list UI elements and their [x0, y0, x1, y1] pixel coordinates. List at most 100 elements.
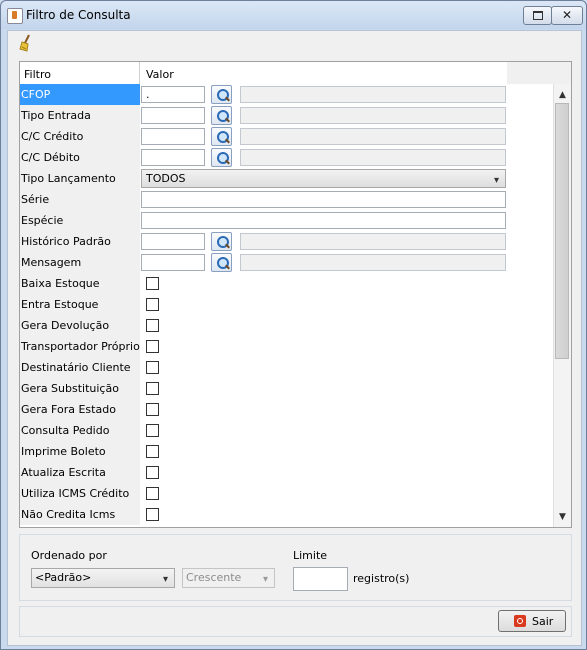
- close-button[interactable]: ✕: [551, 6, 583, 25]
- filter-value-cell: [140, 504, 507, 525]
- grid-row-gera-substituicao[interactable]: Gera Substituição: [20, 378, 507, 399]
- code-input[interactable]: [141, 128, 205, 145]
- description-field: [240, 149, 506, 166]
- type-select[interactable]: TODOS ▾: [141, 169, 506, 188]
- filter-label[interactable]: Série: [20, 189, 140, 210]
- checkbox[interactable]: [146, 403, 159, 416]
- code-input[interactable]: [141, 149, 205, 166]
- button-panel: [19, 606, 572, 637]
- filter-label[interactable]: Atualiza Escrita: [20, 462, 140, 483]
- search-button[interactable]: [211, 253, 232, 272]
- code-input[interactable]: .: [141, 86, 205, 103]
- vertical-scrollbar[interactable]: ▲ ▼: [553, 84, 571, 527]
- checkbox[interactable]: [146, 466, 159, 479]
- limit-input[interactable]: [293, 567, 348, 591]
- text-input[interactable]: [141, 191, 506, 208]
- filter-label[interactable]: Gera Devolução: [20, 315, 140, 336]
- filter-label[interactable]: Tipo Lançamento: [20, 168, 140, 189]
- checkbox[interactable]: [146, 298, 159, 311]
- grid-row-nao-credita-icms[interactable]: Não Credita Icms: [20, 504, 507, 525]
- checkbox[interactable]: [146, 424, 159, 437]
- code-input[interactable]: [141, 233, 205, 250]
- order-by-select[interactable]: <Padrão> ▾: [31, 568, 175, 588]
- title-bar[interactable]: Filtro de Consulta ✕: [1, 1, 586, 29]
- filter-value-cell: [140, 399, 507, 420]
- exit-button[interactable]: Sair: [498, 610, 566, 632]
- search-button[interactable]: [211, 85, 232, 104]
- magnifier-handle: [225, 243, 230, 249]
- grid-row-consulta-pedido[interactable]: Consulta Pedido: [20, 420, 507, 441]
- filter-label[interactable]: Baixa Estoque: [20, 273, 140, 294]
- header-valor[interactable]: Valor: [146, 68, 174, 81]
- order-panel: Ordenado por <Padrão> ▾ Crescente ▾ Limi…: [19, 534, 572, 601]
- broom-icon[interactable]: [18, 34, 36, 52]
- filter-label[interactable]: C/C Débito: [20, 147, 140, 168]
- filter-label[interactable]: Espécie: [20, 210, 140, 231]
- grid-row-atualiza-escrita[interactable]: Atualiza Escrita: [20, 462, 507, 483]
- grid-row-c-c-debito[interactable]: C/C Débito: [20, 147, 507, 168]
- checkbox[interactable]: [146, 340, 159, 353]
- order-by-label: Ordenado por: [31, 549, 107, 562]
- restore-button[interactable]: [523, 6, 552, 25]
- grid-row-imprime-boleto[interactable]: Imprime Boleto: [20, 441, 507, 462]
- scroll-up-icon[interactable]: ▲: [554, 87, 571, 104]
- filter-value-cell: TODOS ▾: [140, 168, 507, 189]
- filter-label[interactable]: Consulta Pedido: [20, 420, 140, 441]
- code-input[interactable]: [141, 254, 205, 271]
- filter-value-cell: [140, 105, 507, 126]
- scroll-thumb[interactable]: [555, 103, 569, 359]
- checkbox[interactable]: [146, 508, 159, 521]
- filter-label[interactable]: Utiliza ICMS Crédito: [20, 483, 140, 504]
- grid-row-gera-devolucao[interactable]: Gera Devolução: [20, 315, 507, 336]
- grid-row-gera-fora-estado[interactable]: Gera Fora Estado: [20, 399, 507, 420]
- java-app-icon: [7, 8, 23, 24]
- filter-value-cell: [140, 462, 507, 483]
- checkbox[interactable]: [146, 319, 159, 332]
- grid-row-mensagem[interactable]: Mensagem: [20, 252, 507, 273]
- grid-row-tipo-entrada[interactable]: Tipo Entrada: [20, 105, 507, 126]
- grid-row-serie[interactable]: Série: [20, 189, 507, 210]
- filter-value-cell: [140, 378, 507, 399]
- grid-row-cfop[interactable]: CFOP.: [20, 84, 507, 105]
- filter-label[interactable]: Transportador Próprio: [20, 336, 140, 357]
- search-button[interactable]: [211, 148, 232, 167]
- grid-row-baixa-estoque[interactable]: Baixa Estoque: [20, 273, 507, 294]
- filter-label[interactable]: Entra Estoque: [20, 294, 140, 315]
- checkbox[interactable]: [146, 277, 159, 290]
- scroll-down-icon[interactable]: ▼: [554, 509, 571, 526]
- filter-label[interactable]: Histórico Padrão: [20, 231, 140, 252]
- grid-row-entra-estoque[interactable]: Entra Estoque: [20, 294, 507, 315]
- filter-label[interactable]: Tipo Entrada: [20, 105, 140, 126]
- filter-label[interactable]: Gera Fora Estado: [20, 399, 140, 420]
- filter-label[interactable]: CFOP: [20, 84, 140, 105]
- filter-grid: Filtro Valor CFOP. Tipo Entrada C/C Crédit…: [19, 61, 572, 528]
- filter-label[interactable]: Não Credita Icms: [20, 504, 140, 525]
- search-button[interactable]: [211, 106, 232, 125]
- checkbox[interactable]: [146, 361, 159, 374]
- header-filtro[interactable]: Filtro: [24, 68, 51, 81]
- filter-label[interactable]: Destinatário Cliente: [20, 357, 140, 378]
- grid-row-especie[interactable]: Espécie: [20, 210, 507, 231]
- checkbox[interactable]: [146, 382, 159, 395]
- filter-label[interactable]: Gera Substituição: [20, 378, 140, 399]
- grid-row-destinatario-cliente[interactable]: Destinatário Cliente: [20, 357, 507, 378]
- description-field: [240, 254, 506, 271]
- code-input[interactable]: [141, 107, 205, 124]
- grid-row-c-c-credito[interactable]: C/C Crédito: [20, 126, 507, 147]
- text-input[interactable]: [141, 212, 506, 229]
- checkbox[interactable]: [146, 445, 159, 458]
- grid-row-utiliza-icms-credito[interactable]: Utiliza ICMS Crédito: [20, 483, 507, 504]
- filter-label[interactable]: Imprime Boleto: [20, 441, 140, 462]
- filter-value-cell: [140, 189, 507, 210]
- checkbox[interactable]: [146, 487, 159, 500]
- filter-value-cell: [140, 252, 507, 273]
- chevron-down-icon: ▾: [262, 574, 268, 585]
- grid-row-historico-padrao[interactable]: Histórico Padrão: [20, 231, 507, 252]
- grid-row-tipo-lancamento[interactable]: Tipo Lançamento TODOS ▾: [20, 168, 507, 189]
- grid-row-transportador-proprio[interactable]: Transportador Próprio: [20, 336, 507, 357]
- search-button[interactable]: [211, 232, 232, 251]
- search-button[interactable]: [211, 127, 232, 146]
- filter-label[interactable]: C/C Crédito: [20, 126, 140, 147]
- chevron-down-icon: ▾: [162, 574, 168, 585]
- filter-label[interactable]: Mensagem: [20, 252, 140, 273]
